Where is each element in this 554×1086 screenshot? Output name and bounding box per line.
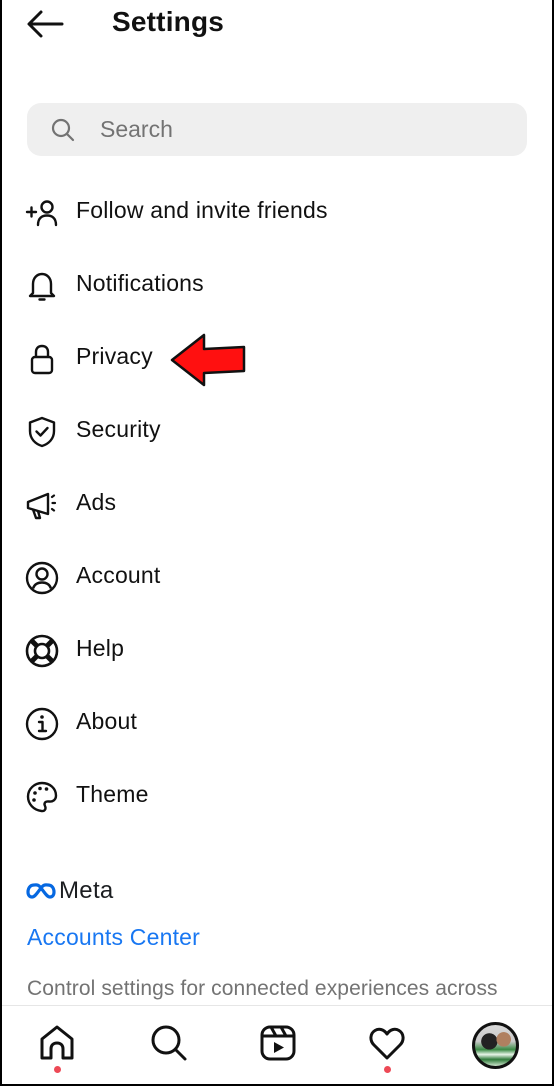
notification-dot — [54, 1066, 61, 1073]
menu-item-label: About — [76, 708, 138, 734]
shield-check-icon — [28, 416, 56, 448]
menu-item-about[interactable]: About — [2, 694, 552, 750]
menu-item-account[interactable]: Account — [2, 548, 552, 604]
menu-item-label: Ads — [76, 489, 117, 515]
red-arrow-annotation-icon — [170, 333, 246, 387]
page-title: Settings — [112, 6, 225, 37]
meta-wordmark: Meta — [59, 877, 114, 904]
menu-item-help[interactable]: Help — [2, 621, 552, 677]
meta-infinity-icon — [26, 883, 56, 899]
notification-dot — [384, 1066, 391, 1073]
add-person-icon — [25, 200, 58, 227]
menu-item-label: Follow and invite friends — [76, 197, 328, 223]
menu-item-theme[interactable]: Theme — [2, 767, 552, 823]
account-circle-icon — [25, 561, 59, 595]
menu-item-label: Security — [76, 416, 161, 442]
lifebuoy-icon — [25, 634, 59, 668]
menu-item-label: Theme — [76, 781, 149, 807]
info-icon — [25, 707, 59, 741]
megaphone-icon — [26, 492, 57, 520]
lock-icon — [30, 344, 54, 375]
search-placeholder: Search — [100, 116, 173, 142]
menu-item-label: Notifications — [76, 270, 204, 296]
menu-item-notifications[interactable]: Notifications — [2, 256, 552, 312]
accounts-center-description: Control settings for connected experienc… — [27, 977, 498, 1000]
menu-item-follow-invite[interactable]: Follow and invite friends — [2, 183, 552, 239]
search-icon — [51, 118, 75, 142]
bell-icon — [28, 272, 56, 301]
menu-item-label: Privacy — [76, 343, 153, 369]
back-arrow-icon[interactable] — [26, 9, 64, 39]
reels-icon — [260, 1025, 296, 1061]
search-icon — [151, 1025, 187, 1061]
menu-item-privacy[interactable]: Privacy — [2, 329, 552, 385]
home-icon — [40, 1025, 74, 1060]
menu-item-security[interactable]: Security — [2, 402, 552, 458]
menu-item-ads[interactable]: Ads — [2, 475, 552, 531]
nav-search[interactable] — [146, 1020, 192, 1066]
nav-home[interactable] — [34, 1020, 80, 1073]
header: Settings — [2, 0, 552, 50]
palette-icon — [26, 781, 58, 813]
nav-reels[interactable] — [255, 1020, 301, 1066]
accounts-center-link[interactable]: Accounts Center — [27, 924, 200, 951]
settings-screen: Settings Search Follow and invite friend… — [2, 0, 552, 1084]
nav-activity[interactable] — [364, 1020, 410, 1073]
menu-item-label: Account — [76, 562, 161, 588]
nav-profile-avatar[interactable] — [472, 1022, 519, 1069]
menu-item-label: Help — [76, 635, 125, 661]
bottom-navigation — [2, 1005, 552, 1084]
search-input[interactable]: Search — [27, 103, 527, 156]
heart-icon — [369, 1027, 405, 1060]
